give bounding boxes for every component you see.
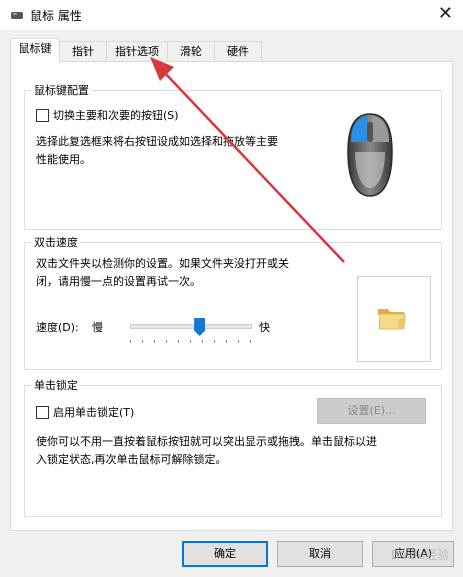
speed-label: 速度(D): (36, 321, 79, 334)
speed-slider-tick (154, 340, 155, 343)
speed-slider-tick (142, 340, 143, 343)
click-lock-title: 单击锁定 (32, 377, 80, 393)
tab-hardware[interactable]: 硬件 (214, 41, 262, 61)
tab-mouse-buttons[interactable]: 鼠标键 (10, 38, 60, 63)
folder-icon[interactable] (376, 303, 408, 338)
mouse-title-icon (10, 9, 24, 21)
tab-pointer-options[interactable]: 指针选项 (106, 41, 168, 61)
speed-slider-tick (202, 340, 203, 343)
speed-slider-tick (166, 340, 167, 343)
speed-slider-tick (214, 340, 215, 343)
double-click-desc-line2: 闭，请用慢一点的设置再试一次。 (36, 275, 201, 288)
click-lock-desc-line2: 入锁定状态,再次单击鼠标可解除锁定。 (36, 453, 227, 466)
speed-slider-tick (178, 340, 179, 343)
tab-wheel[interactable]: 滑轮 (167, 41, 215, 61)
close-icon[interactable]: ✕ (438, 3, 453, 24)
cancel-button[interactable]: 取消 (277, 541, 363, 567)
speed-slider-tick (238, 340, 239, 343)
window-title: 鼠标 属性 (30, 9, 82, 23)
speed-slider-tick (226, 340, 227, 343)
speed-slider-track[interactable] (130, 324, 252, 329)
double-click-desc-line1: 双击文件夹以检测你的设置。如果文件夹没打开或关 (36, 257, 289, 270)
button-config-title: 鼠标键配置 (32, 82, 91, 98)
click-lock-label[interactable]: 启用单击锁定(T) (53, 404, 134, 420)
double-click-title: 双击速度 (32, 234, 80, 250)
mouse-icon (345, 112, 395, 201)
speed-slider-tick (190, 340, 191, 343)
double-click-test-area[interactable] (357, 276, 431, 362)
fast-label: 快 (259, 321, 270, 334)
ok-button[interactable]: 确定 (182, 541, 268, 567)
button-config-desc-line2: 性能使用。 (36, 153, 91, 166)
click-lock-desc-line1: 使你可以不用一直按着鼠标按钮就可以突出显示或拖拽。单击鼠标以进 (36, 435, 377, 448)
switch-buttons-checkbox[interactable] (36, 109, 49, 122)
button-config-desc-line1: 选择此复选框来将右按钮设成如选择和拖放等主要 (36, 135, 278, 148)
click-lock-checkbox[interactable] (36, 406, 49, 419)
slow-label: 慢 (92, 321, 103, 334)
speed-slider-tick (130, 340, 131, 343)
switch-buttons-label[interactable]: 切换主要和次要的按钮(S) (53, 107, 179, 123)
tab-pointers[interactable]: 指针 (59, 41, 107, 61)
click-lock-settings-button[interactable]: 设置(E)... (317, 398, 426, 424)
watermark: Baidu经验 (390, 548, 449, 562)
speed-slider-tick (250, 340, 251, 343)
